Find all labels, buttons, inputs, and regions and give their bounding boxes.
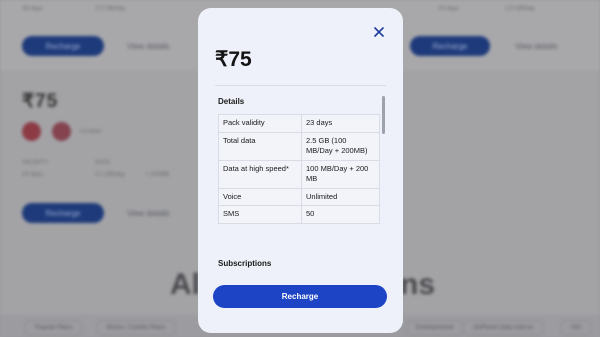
bg-ott-chip-icon <box>22 122 41 141</box>
table-row: Voice Unlimited <box>218 187 380 206</box>
bg-tab-jiophone[interactable]: JioPhone Data Add-on <box>462 320 545 336</box>
bg-tab-entertainment[interactable]: Entertainment <box>405 320 465 336</box>
recharge-button[interactable]: Recharge <box>213 285 387 308</box>
row-value-voice: Unlimited <box>301 187 380 206</box>
table-row: Pack validity 23 days <box>218 114 380 133</box>
bg-val-validity: 23 days <box>22 172 44 178</box>
bg-tab-popular[interactable]: Popular Plans <box>24 320 84 336</box>
bg-plan-price: ₹75 <box>22 91 59 112</box>
bg-top-left-value: 26 days <box>22 6 44 12</box>
bg-view-details-3[interactable]: View details <box>127 209 170 218</box>
bg-top-right-value: 23 days <box>438 6 460 12</box>
table-row: SMS 50 <box>218 205 380 224</box>
row-key-voice: Voice <box>218 187 302 206</box>
bg-label-data: DATA <box>95 160 111 166</box>
bg-recharge-button-1[interactable]: Recharge <box>22 36 104 56</box>
bg-val-extra: + 200MB <box>145 172 170 178</box>
bg-chip-extra: +3 more <box>79 129 102 135</box>
subscriptions-heading: Subscriptions <box>218 259 272 268</box>
plan-price: ₹75 <box>215 48 252 71</box>
row-key-high-speed: Data at high speed* <box>218 159 302 189</box>
table-row: Data at high speed* 100 MB/Day + 200 MB <box>218 159 380 189</box>
row-value-high-speed: 100 MB/Day + 200 MB <box>301 159 380 189</box>
bg-recharge-button-3[interactable]: Recharge <box>22 203 104 223</box>
row-key-total-data: Total data <box>218 131 302 161</box>
plan-details-modal: ₹75 Details Pack validity 23 days Total … <box>198 8 403 333</box>
bg-view-details-1[interactable]: View details <box>127 42 170 51</box>
bg-label-validity: VALIDITY <box>22 160 49 166</box>
bg-heading-right: ns <box>400 268 436 301</box>
row-value-sms: 50 <box>301 205 380 224</box>
close-icon[interactable] <box>372 25 386 39</box>
details-table: Pack validity 23 days Total data 2.5 GB … <box>218 114 380 224</box>
bg-recharge-button-2[interactable]: Recharge <box>410 36 490 56</box>
bg-top-mid-value: 2.5 GB/day <box>95 6 126 12</box>
bg-view-details-2[interactable]: View details <box>515 42 558 51</box>
table-row: Total data 2.5 GB (100 MB/Day + 200MB) <box>218 131 380 161</box>
divider <box>215 85 386 86</box>
bg-ott-chip-icon-2 <box>52 122 71 141</box>
row-key-pack-validity: Pack validity <box>218 114 302 133</box>
row-value-pack-validity: 23 days <box>301 114 380 133</box>
bg-val-data: 0.1 GB/day <box>95 172 126 178</box>
bg-top-right-mid: 1.5 GB/day <box>505 6 536 12</box>
scrollbar[interactable] <box>382 96 385 134</box>
row-key-sms: SMS <box>218 205 302 224</box>
bg-tab-bonus[interactable]: Bonus / Combo Plans <box>96 320 177 336</box>
row-value-total-data: 2.5 GB (100 MB/Day + 200MB) <box>301 131 380 161</box>
details-table-wrap: Pack validity 23 days Total data 2.5 GB … <box>218 114 380 224</box>
details-heading: Details <box>218 97 245 106</box>
bg-tab-isd[interactable]: ISD <box>560 320 593 336</box>
